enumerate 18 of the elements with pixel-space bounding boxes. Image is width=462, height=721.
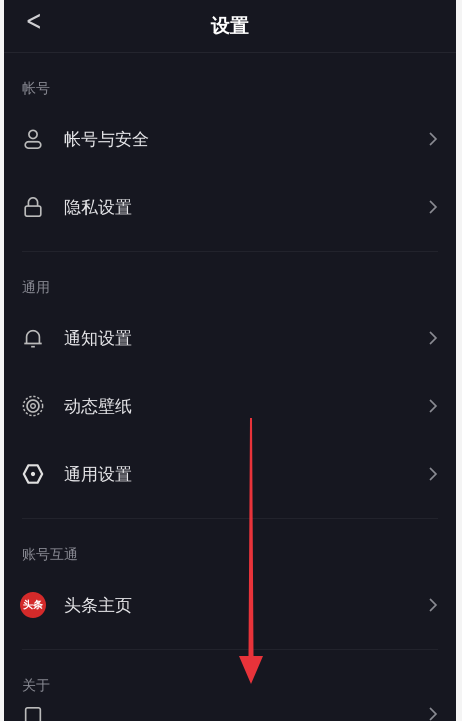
settings-item[interactable]: 通用设置 <box>22 440 438 508</box>
item-label: 头条主页 <box>64 594 133 616</box>
app-logo-icon: 头条 <box>20 592 46 618</box>
section-title: 关于 <box>22 677 51 696</box>
item-label: 通用设置 <box>64 464 133 486</box>
settings-item[interactable]: 帐号与安全 <box>22 105 438 173</box>
section-title: 通用 <box>22 279 51 298</box>
page-title: 设置 <box>211 14 249 39</box>
settings-item[interactable]: 通知设置 <box>22 304 438 372</box>
item-label: 隐私设置 <box>64 196 133 218</box>
section-title: 帐号 <box>22 80 51 99</box>
section-title: 账号互通 <box>22 546 79 565</box>
settings-item[interactable]: 隐私设置 <box>22 173 438 241</box>
back-button[interactable]: < <box>26 4 42 38</box>
settings-item[interactable]: 动态壁纸 <box>22 372 438 440</box>
item-label: 通知设置 <box>64 328 133 350</box>
item-label: 帐号与安全 <box>64 128 150 150</box>
item-label: 动态壁纸 <box>64 396 133 418</box>
